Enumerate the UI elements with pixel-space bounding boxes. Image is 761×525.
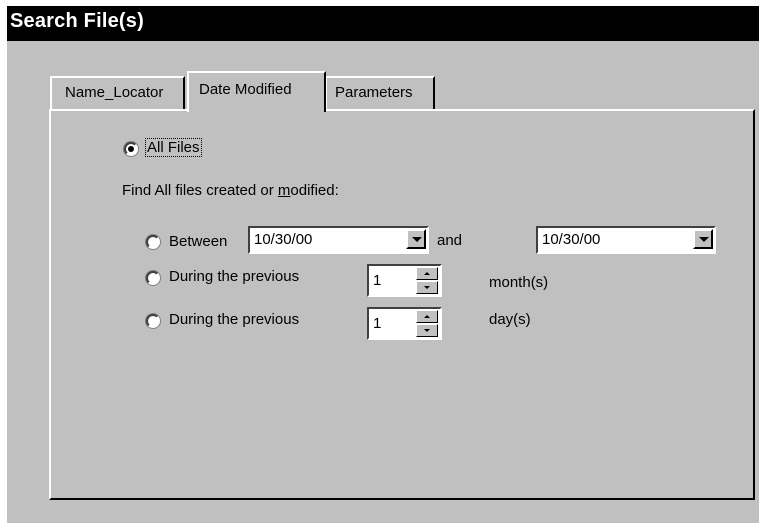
and-label: and [437,232,463,249]
start-date-dropdown-button[interactable] [406,229,426,249]
all-files-radio[interactable] [124,142,138,156]
days-spin-up-button[interactable] [416,310,438,323]
end-date-value: 10/30/00 [542,231,601,248]
months-spinner[interactable]: 1 [367,264,442,297]
tab-label: Parameters [335,84,413,101]
start-date-combo[interactable]: 10/30/00 [248,226,429,254]
days-value: 1 [373,315,382,332]
days-spinner[interactable]: 1 [367,307,442,340]
tab-name-locator[interactable]: Name_Locator [50,76,185,110]
tab-date-modified[interactable]: Date Modified [187,71,326,112]
between-radio[interactable] [146,235,160,249]
spin-up-icon [424,272,430,275]
all-files-label[interactable]: All Files [145,138,202,157]
previous-days-label[interactable]: During the previous [169,311,299,328]
tab-parameters[interactable]: Parameters [325,76,435,110]
tab-label: Name_Locator [65,84,164,101]
previous-months-radio[interactable] [146,271,160,285]
date-modified-panel: All Files Find All files created or modi… [49,109,755,500]
dropdown-arrow-icon [412,237,422,242]
radio-selected-dot [128,146,134,152]
months-value: 1 [373,272,382,289]
window-title: Search File(s) [10,10,144,32]
end-date-dropdown-button[interactable] [693,229,713,249]
tab-label: Date Modified [199,81,292,98]
spin-down-icon [424,329,430,332]
dropdown-arrow-icon [699,237,709,242]
find-files-label: Find All files created or modified: [122,182,339,199]
days-spin-down-button[interactable] [416,324,438,337]
months-spin-up-button[interactable] [416,267,438,280]
days-unit-label: day(s) [489,311,531,328]
spin-up-icon [424,315,430,318]
previous-months-label[interactable]: During the previous [169,268,299,285]
end-date-combo[interactable]: 10/30/00 [536,226,716,254]
start-date-value: 10/30/00 [254,231,313,248]
months-unit-label: month(s) [489,274,549,291]
months-spin-down-button[interactable] [416,281,438,294]
title-bar: Search File(s) [7,6,759,41]
search-files-window: Search File(s) Name_Locator Date Modifie… [7,6,759,523]
spin-down-icon [424,286,430,289]
previous-days-radio[interactable] [146,314,160,328]
between-label[interactable]: Between [169,233,227,250]
